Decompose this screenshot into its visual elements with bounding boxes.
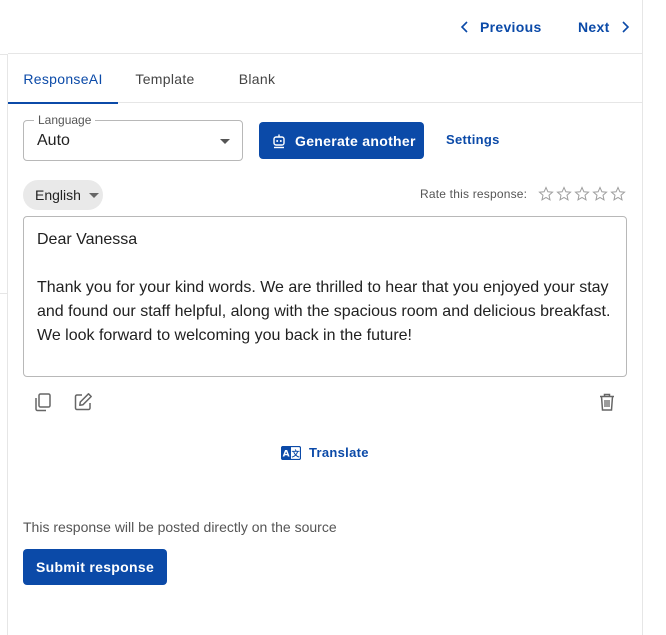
- copy-icon[interactable]: [32, 391, 54, 413]
- svg-text:文: 文: [292, 448, 301, 458]
- divider: [642, 0, 643, 635]
- previous-button[interactable]: Previous: [458, 16, 542, 38]
- response-panel: Previous Next ResponseAI Template Blank …: [0, 0, 666, 635]
- translate-label: Translate: [309, 445, 369, 460]
- dropdown-caret-icon: [88, 192, 99, 198]
- svg-text:A: A: [283, 449, 290, 459]
- tab-bar: ResponseAI Template Blank: [8, 55, 642, 104]
- rating-stars: [538, 186, 626, 202]
- language-value: Auto: [37, 132, 70, 149]
- star-icon[interactable]: [610, 186, 626, 202]
- tab-blank[interactable]: Blank: [212, 55, 302, 103]
- star-icon[interactable]: [592, 186, 608, 202]
- submit-response-button[interactable]: Submit response: [23, 549, 167, 585]
- chevron-left-icon: [460, 21, 468, 33]
- divider: [0, 293, 7, 294]
- generate-another-label: Generate another: [295, 132, 416, 149]
- edit-icon[interactable]: [72, 391, 94, 413]
- divider: [0, 54, 7, 55]
- generate-another-button[interactable]: Generate another: [259, 122, 424, 159]
- star-icon[interactable]: [538, 186, 554, 202]
- response-textarea[interactable]: Dear Vanessa Thank you for your kind wor…: [23, 216, 627, 377]
- chevron-right-icon: [621, 21, 629, 33]
- tab-template[interactable]: Template: [118, 55, 212, 103]
- top-navigation: Previous Next: [8, 0, 642, 54]
- language-label: Language: [34, 113, 96, 127]
- settings-link[interactable]: Settings: [446, 132, 500, 147]
- star-icon[interactable]: [574, 186, 590, 202]
- translate-icon: A 文: [281, 445, 301, 460]
- translate-button[interactable]: A 文 Translate: [281, 445, 369, 460]
- rating-label: Rate this response:: [420, 187, 528, 201]
- next-button[interactable]: Next: [578, 16, 632, 38]
- output-language-label: English: [35, 187, 81, 203]
- previous-label: Previous: [480, 19, 542, 35]
- output-language-chip[interactable]: English: [23, 180, 103, 210]
- divider: [7, 54, 8, 635]
- star-icon[interactable]: [556, 186, 572, 202]
- robot-icon: [273, 134, 285, 148]
- next-label: Next: [578, 19, 610, 35]
- language-select[interactable]: Language Auto: [23, 113, 243, 161]
- tab-responseai[interactable]: ResponseAI: [8, 55, 118, 104]
- trash-icon[interactable]: [596, 391, 618, 413]
- dropdown-caret-icon: [220, 139, 230, 144]
- posting-note: This response will be posted directly on…: [23, 519, 337, 535]
